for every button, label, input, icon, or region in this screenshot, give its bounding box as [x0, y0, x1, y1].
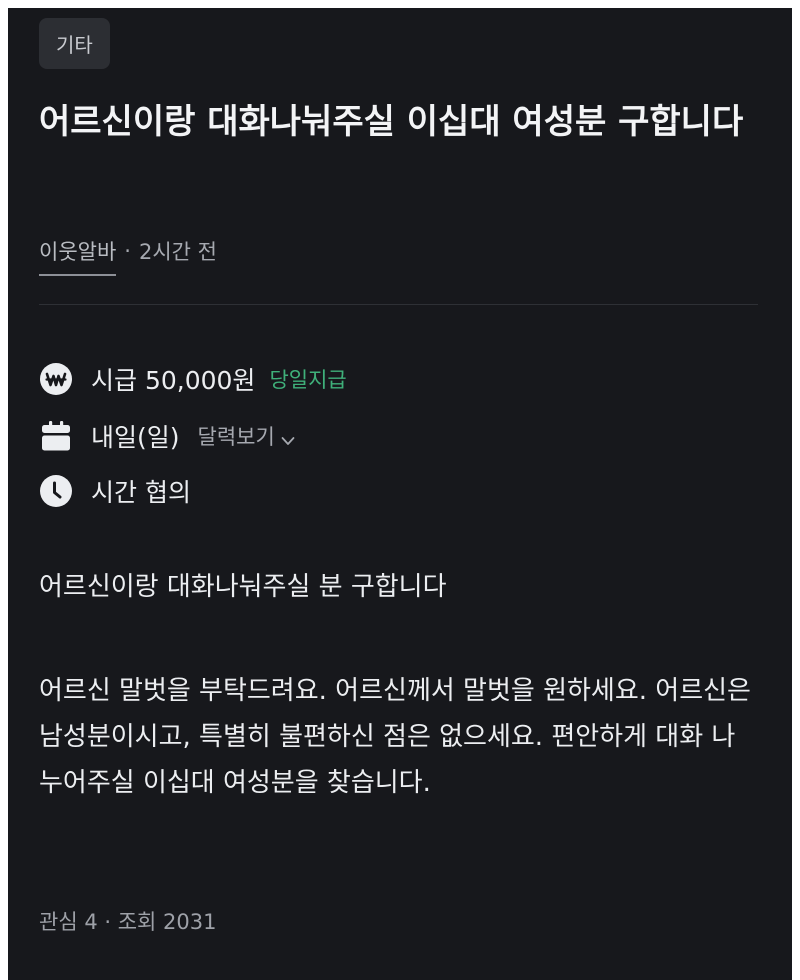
description-body: 어르신 말벗을 부탁드려요. 어르신께서 말벗을 원하세요. 어르신은 남성분이… — [39, 676, 751, 798]
wage-row: 시급 50,000원 당일지급 — [39, 361, 347, 397]
work-date-text: 내일(일) — [91, 423, 180, 452]
post-title: 어르신이랑 대화나눠주실 이십대 여성분 구합니다 — [39, 102, 744, 142]
description-headline: 어르신이랑 대화나눠주실 분 구합니다 — [39, 572, 447, 602]
wage-text: 시급 50,000원 — [91, 366, 256, 395]
author-link[interactable]: 이웃알바 — [39, 236, 117, 276]
won-coin-icon — [39, 362, 73, 396]
category-label: 기타 — [56, 33, 93, 57]
work-time-text: 시간 협의 — [91, 478, 191, 507]
calendar-view-button[interactable]: 달력보기 — [198, 421, 295, 451]
time-row: 시간 협의 — [39, 473, 191, 509]
post-meta: 이웃알바 · 2시간 전 — [39, 226, 217, 276]
meta-separator: · — [124, 239, 131, 263]
category-chip[interactable]: 기타 — [39, 18, 110, 69]
calendar-icon — [39, 419, 73, 453]
job-post-screen: 기타 어르신이랑 대화나눠주실 이십대 여성분 구합니다 이웃알바 · 2시간 … — [8, 8, 792, 980]
post-stats: 관심 4 · 조회 2031 — [39, 910, 217, 934]
clock-icon — [39, 474, 73, 508]
chevron-down-icon — [281, 429, 295, 445]
posted-time: 2시간 전 — [138, 240, 217, 264]
same-day-pay-badge: 당일지급 — [269, 368, 347, 392]
calendar-view-label: 달력보기 — [197, 425, 275, 449]
date-row: 내일(일) 달력보기 — [39, 418, 295, 454]
section-divider — [39, 304, 758, 305]
